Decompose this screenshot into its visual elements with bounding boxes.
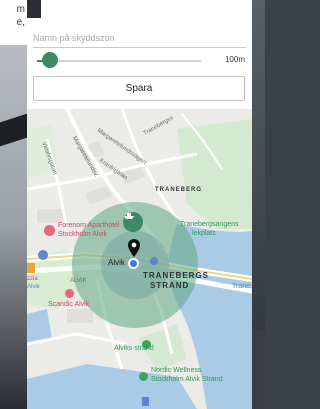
poi-label: zzia [27, 276, 38, 282]
restaurant-icon[interactable] [27, 263, 35, 273]
poi-label: Scandic Alvik [48, 301, 90, 308]
poi-label: Nordic Wellness [151, 367, 202, 374]
current-location-dot [128, 258, 139, 269]
radius-slider-track[interactable] [37, 60, 201, 62]
status-area [27, 0, 252, 18]
location-pin-icon[interactable] [128, 239, 140, 257]
poi-label: Tranebergsangens [180, 221, 239, 228]
place-label: Alvik [108, 258, 125, 267]
zone-name-input[interactable] [33, 28, 246, 48]
app-screen: 100m Spara [27, 0, 252, 409]
area-label: STRAND [150, 281, 190, 290]
poi-label: Stockholm Alvik [58, 231, 108, 238]
hotel-icon[interactable] [65, 289, 74, 298]
station-icon[interactable] [150, 257, 158, 265]
map-view[interactable]: Margaretelundsv. Vidalvsgatan Margaretel… [27, 109, 252, 409]
background-right-bottom [252, 330, 265, 409]
poi-label: Forenom Aparthotel [58, 222, 120, 229]
gym-icon[interactable] [139, 372, 148, 381]
background-text-1: m [16, 4, 25, 15]
area-label: TRANEBERGS [143, 271, 210, 280]
poi-label: Alviks strand [114, 345, 154, 352]
radius-slider-thumb[interactable] [42, 52, 59, 68]
poi-label: Alvik [27, 284, 40, 290]
boat-zone-icon[interactable] [123, 212, 143, 232]
bus-stop-icon[interactable] [142, 397, 149, 406]
boat-icon [124, 213, 134, 219]
hotel-icon[interactable] [44, 225, 55, 236]
place-label: Trane [232, 283, 251, 290]
transit-icon[interactable] [38, 250, 48, 260]
poi-label: lekplats [192, 230, 216, 237]
background-text-2: e, [16, 17, 25, 28]
area-label: TRANEBERG [155, 187, 203, 193]
save-button[interactable]: Spara [33, 76, 245, 101]
radius-value: 100m [224, 55, 245, 64]
screen-edge [27, 0, 41, 18]
street-label: ALVIK [70, 278, 87, 284]
background-left-panel [0, 0, 27, 409]
poi-label: Stockholm Alvik Strand [151, 376, 223, 383]
background-card: m e, [0, 0, 27, 45]
